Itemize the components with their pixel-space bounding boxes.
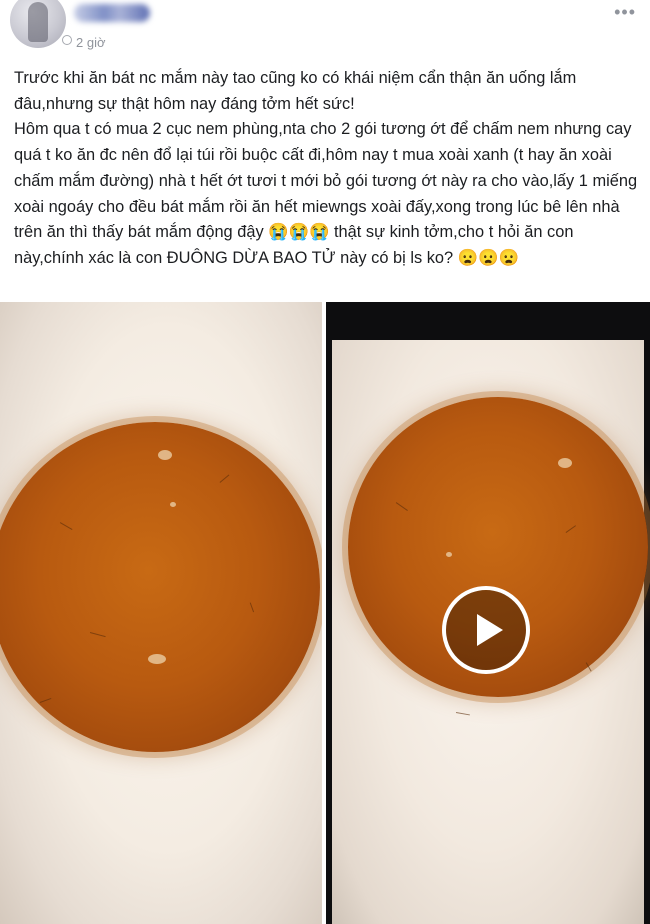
play-triangle-icon [476,614,503,646]
post-header: 2 giờ ••• [0,0,650,60]
photo-grid [0,302,650,924]
more-options-icon[interactable]: ••• [614,2,636,23]
photo-thumbnail[interactable] [0,302,322,924]
post-timestamp[interactable]: 2 giờ [76,35,106,50]
play-button-icon[interactable] [442,586,530,674]
fish-sauce-image [0,422,320,752]
post-paragraph: Trước khi ăn bát nc mắm này tao cũng ko … [14,69,577,113]
author-name[interactable] [74,4,150,22]
avatar[interactable] [10,0,66,48]
post-text: Trước khi ăn bát nc mắm này tao cũng ko … [14,66,640,272]
post-paragraph: Hôm qua t có mua 2 cục nem phùng,nta cho… [14,120,638,267]
video-thumbnail[interactable] [326,302,650,924]
audience-icon [62,35,72,45]
